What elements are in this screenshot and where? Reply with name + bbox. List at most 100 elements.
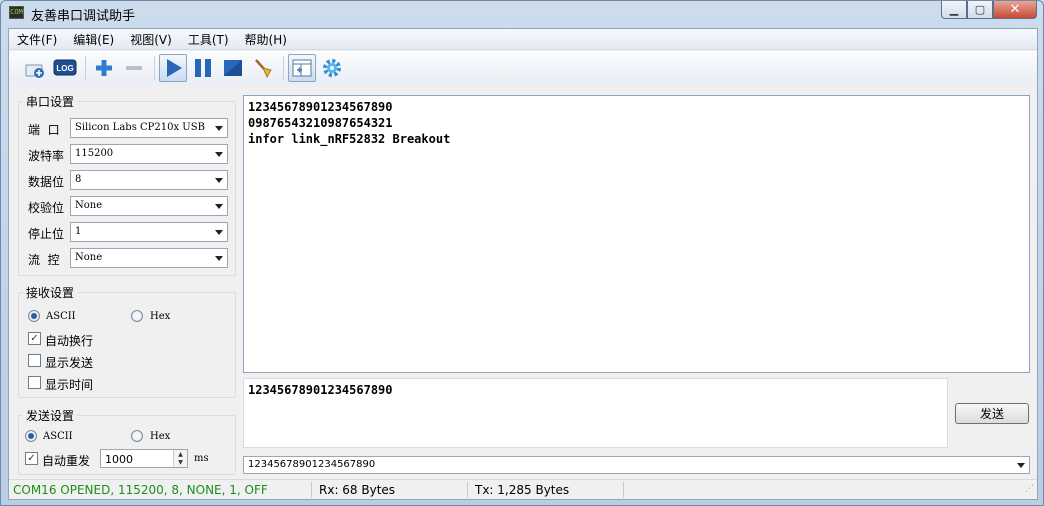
flow-label: 流 控 xyxy=(28,253,60,267)
auto-newline-checkbox[interactable]: ✓ xyxy=(28,332,41,345)
menu-edit[interactable]: 编辑(E) xyxy=(68,31,119,48)
svg-text:LOG: LOG xyxy=(56,64,73,73)
stop-button[interactable] xyxy=(219,54,247,82)
send-button-label: 发送 xyxy=(979,407,1004,421)
stopbits-select[interactable]: 1 xyxy=(70,222,228,242)
receive-ascii-radio[interactable] xyxy=(28,310,40,322)
layout-button[interactable] xyxy=(288,54,316,82)
status-bar: COM16 OPENED, 115200, 8, NONE, 1, OFF Rx… xyxy=(9,479,1037,499)
auto-resend-checkbox[interactable]: ✓ xyxy=(25,452,38,465)
send-settings-group: 发送设置 ASCII Hex ✓ 自动重发 1000 ▲ ▼ ms xyxy=(18,407,236,475)
serial-settings-title: 串口设置 xyxy=(23,93,78,110)
stopbits-value: 1 xyxy=(75,226,82,237)
caption-buttons: ▁ ▢ ✕ xyxy=(941,1,1037,20)
minus-icon xyxy=(126,66,142,70)
title-bar[interactable]: COM 友善串口调试助手 ▁ ▢ ✕ xyxy=(1,1,1043,27)
show-send-label: 显示发送 xyxy=(45,356,94,370)
status-separator xyxy=(311,482,312,498)
receive-line: infor link_nRF52832 Breakout xyxy=(248,132,451,146)
connection-status: COM16 OPENED, 115200, 8, NONE, 1, OFF xyxy=(13,483,268,497)
minimize-icon: ▁ xyxy=(949,3,959,16)
auto-resend-label: 自动重发 xyxy=(42,454,91,468)
app-icon: COM xyxy=(9,6,24,19)
chevron-down-icon xyxy=(215,178,223,183)
resend-interval-stepper[interactable]: 1000 ▲ ▼ xyxy=(100,449,188,468)
parity-label: 校验位 xyxy=(28,201,65,215)
receive-ascii-label: ASCII xyxy=(46,311,76,322)
toolbar-separator xyxy=(283,56,284,80)
baud-select[interactable]: 115200 xyxy=(70,144,228,164)
minimize-button[interactable]: ▁ xyxy=(941,1,967,19)
flow-select[interactable]: None xyxy=(70,248,228,268)
databits-select[interactable]: 8 xyxy=(70,170,228,190)
chevron-down-icon xyxy=(215,204,223,209)
app-window: COM 友善串口调试助手 ▁ ▢ ✕ 文件(F) 编辑(E) 视图(V) 工具(… xyxy=(0,0,1044,506)
send-settings-title: 发送设置 xyxy=(23,407,78,424)
new-session-button[interactable] xyxy=(21,54,49,82)
log-icon: LOG xyxy=(53,59,77,76)
show-time-checkbox[interactable] xyxy=(28,376,41,389)
play-icon xyxy=(167,59,182,77)
client-area: 文件(F) 编辑(E) 视图(V) 工具(T) 帮助(H) LOG 串口设置 端… xyxy=(8,28,1038,500)
auto-newline-label: 自动换行 xyxy=(45,334,94,348)
decrement-icon[interactable]: ▼ xyxy=(174,458,187,467)
toolbar: LOG xyxy=(9,51,1037,85)
broom-icon xyxy=(255,59,272,79)
toolbar-separator xyxy=(154,56,155,80)
settings-button[interactable] xyxy=(318,54,346,82)
send-hex-radio[interactable] xyxy=(131,430,143,442)
resize-grip-icon[interactable]: ⋰ xyxy=(1025,484,1034,494)
send-ascii-radio[interactable] xyxy=(25,430,37,442)
stepper-buttons: ▲ ▼ xyxy=(173,450,187,467)
plus-icon xyxy=(96,60,112,76)
window-title: 友善串口调试助手 xyxy=(31,9,136,24)
gear-icon xyxy=(323,59,341,77)
status-separator xyxy=(623,482,624,498)
maximize-button[interactable]: ▢ xyxy=(967,1,993,19)
maximize-icon: ▢ xyxy=(974,3,986,16)
add-button[interactable] xyxy=(90,54,118,82)
increment-icon[interactable]: ▲ xyxy=(174,450,187,459)
close-button[interactable]: ✕ xyxy=(993,1,1037,19)
remove-button[interactable] xyxy=(120,54,148,82)
baud-value: 115200 xyxy=(75,148,114,159)
send-ascii-label: ASCII xyxy=(43,431,73,442)
receive-hex-radio[interactable] xyxy=(131,310,143,322)
menu-view[interactable]: 视图(V) xyxy=(125,31,177,48)
history-select[interactable]: 12345678901234567890 xyxy=(243,456,1030,474)
pause-button[interactable] xyxy=(189,54,217,82)
receive-settings-title: 接收设置 xyxy=(23,284,78,301)
chevron-down-icon xyxy=(215,230,223,235)
send-text: 12345678901234567890 xyxy=(248,383,393,397)
receive-textarea[interactable]: 12345678901234567890 0987654321098765432… xyxy=(243,95,1030,373)
port-select[interactable]: Silicon Labs CP210x USB xyxy=(70,118,228,138)
play-button[interactable] xyxy=(159,54,187,82)
chevron-down-icon xyxy=(215,126,223,131)
show-send-checkbox[interactable] xyxy=(28,354,41,367)
menu-bar: 文件(F) 编辑(E) 视图(V) 工具(T) 帮助(H) xyxy=(9,29,1037,50)
menu-tools[interactable]: 工具(T) xyxy=(183,31,234,48)
send-textarea[interactable]: 12345678901234567890 xyxy=(243,378,948,448)
baud-label: 波特率 xyxy=(28,149,65,163)
log-button[interactable]: LOG xyxy=(51,54,79,82)
clear-button[interactable] xyxy=(249,54,277,82)
port-value: Silicon Labs CP210x USB xyxy=(75,122,205,133)
receive-line: 09876543210987654321 xyxy=(248,116,393,130)
chevron-down-icon xyxy=(215,152,223,157)
pause-icon xyxy=(195,59,211,77)
parity-select[interactable]: None xyxy=(70,196,228,216)
chevron-down-icon xyxy=(215,256,223,261)
resend-interval-value: 1000 xyxy=(105,453,133,466)
databits-label: 数据位 xyxy=(28,175,65,189)
databits-value: 8 xyxy=(75,174,82,185)
rx-count: Rx: 68 Bytes xyxy=(319,483,396,497)
receive-hex-label: Hex xyxy=(150,311,171,322)
menu-help[interactable]: 帮助(H) xyxy=(240,31,292,48)
menu-file[interactable]: 文件(F) xyxy=(12,31,62,48)
send-button[interactable]: 发送 xyxy=(955,403,1029,424)
show-time-label: 显示时间 xyxy=(45,378,94,392)
parity-value: None xyxy=(75,200,103,211)
serial-settings-group: 串口设置 端 口 Silicon Labs CP210x USB 波特率 115… xyxy=(18,93,236,276)
chevron-down-icon xyxy=(1017,463,1025,468)
layout-icon xyxy=(292,59,312,77)
